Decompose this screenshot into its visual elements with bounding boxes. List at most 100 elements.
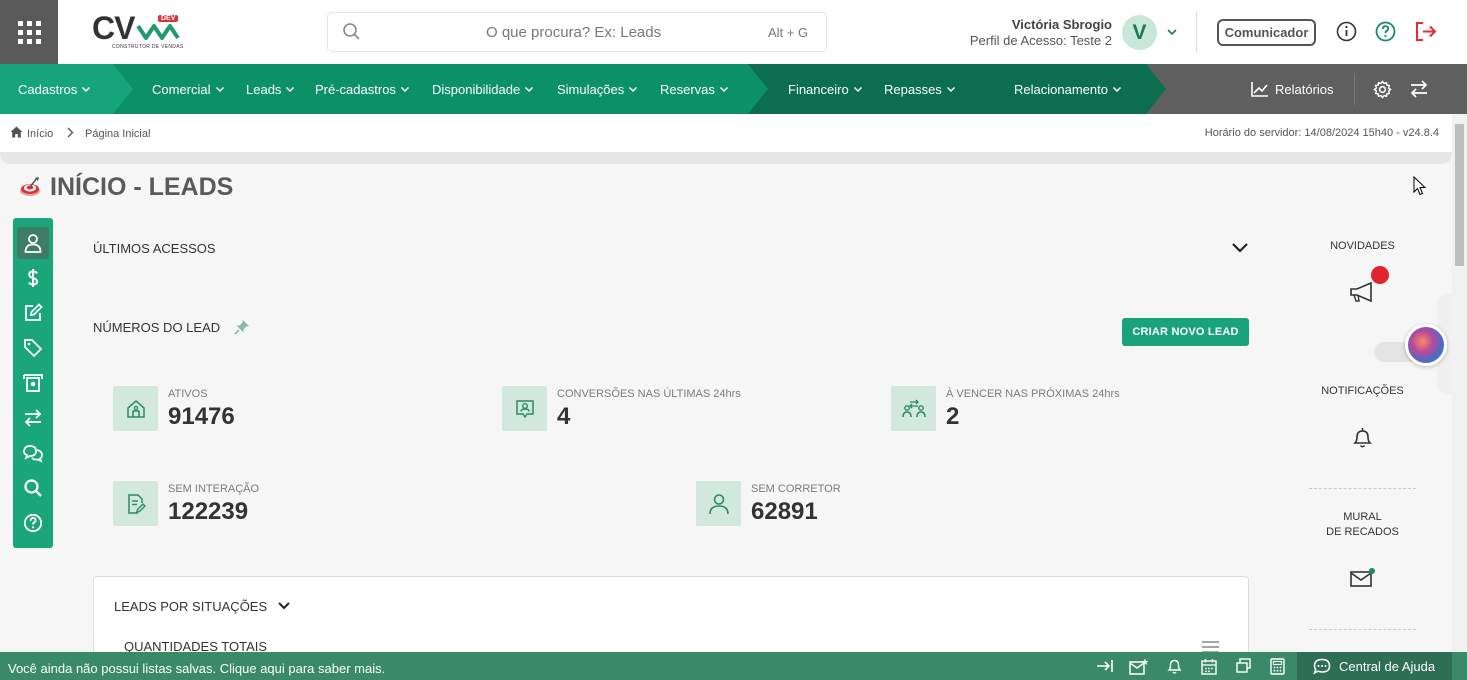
user-icon — [708, 493, 729, 514]
chart-line-icon — [1251, 82, 1268, 97]
help-icon[interactable] — [1375, 21, 1396, 42]
bell-icon[interactable] — [1352, 427, 1373, 449]
toolbar-transfer-button[interactable] — [17, 402, 49, 434]
nav-pre-cadastros[interactable]: Pré-cadastros — [315, 64, 410, 114]
help-icon — [23, 513, 43, 533]
toolbar-financial-button[interactable] — [17, 262, 49, 294]
chevron-down-icon[interactable] — [1166, 26, 1178, 38]
chevron-down-icon — [853, 86, 862, 93]
megaphone-icon[interactable] — [1349, 281, 1377, 303]
scrollbar-thumb[interactable] — [1455, 124, 1464, 266]
users-exchange-icon — [901, 399, 926, 417]
stat-vencer-label: À VENCER NAS PRÓXIMAS 24hrs — [946, 388, 1120, 400]
chevron-down-icon — [1112, 86, 1121, 93]
mail-star-icon[interactable] — [1129, 658, 1149, 675]
toolbar-user-button[interactable] — [17, 227, 49, 259]
nav-repasses-label: Repasses — [884, 81, 942, 97]
search-icon — [343, 23, 360, 40]
right-panel-divider — [1309, 629, 1416, 630]
toolbar-help-button[interactable] — [17, 507, 49, 539]
swap-icon[interactable] — [1409, 80, 1429, 98]
nav-comercial-label: Comercial — [152, 81, 211, 97]
chevron-down-icon — [629, 86, 638, 93]
novidades-notification-dot — [1371, 266, 1389, 284]
mural-label-line2: DE RECADOS — [1326, 526, 1399, 538]
house-icon — [126, 399, 145, 418]
toolbar-edit-button[interactable] — [17, 297, 49, 329]
toolbar-atm-button[interactable] — [17, 367, 49, 399]
central-de-ajuda-label: Central de Ajuda — [1339, 658, 1436, 674]
chat-bubble-icon — [1313, 658, 1331, 675]
logo[interactable]: CV DEV CONSTRUTOR DE VENDAS — [92, 12, 184, 52]
search-icon — [24, 479, 42, 497]
tag-icon — [24, 339, 43, 358]
stat-sem-interacao-label: SEM INTERAÇÃO — [168, 483, 260, 495]
avatar[interactable]: V — [1122, 15, 1157, 50]
document-edit-icon — [127, 493, 146, 514]
info-icon[interactable] — [1336, 21, 1357, 42]
novidades-label: NOVIDADES — [1330, 240, 1395, 252]
nav-comercial[interactable]: Comercial — [152, 64, 225, 114]
nav-disponibilidade[interactable]: Disponibilidade — [432, 64, 534, 114]
numeros-do-lead-title: NÚMEROS DO LEAD — [93, 320, 221, 335]
windows-icon[interactable] — [1236, 658, 1251, 673]
user-badge-icon — [515, 399, 534, 418]
grid-icon — [17, 20, 41, 44]
mouse-cursor-icon — [1413, 176, 1427, 196]
divider — [1354, 73, 1355, 105]
chevron-down-icon[interactable] — [277, 600, 291, 612]
chevron-down-icon — [215, 86, 224, 93]
stat-sem-corretor-icon-box — [696, 481, 741, 526]
breadcrumb-shadow — [0, 152, 1452, 164]
envelope-icon[interactable] — [1350, 567, 1376, 589]
top-header: CV DEV CONSTRUTOR DE VENDAS O que procur… — [0, 0, 1467, 64]
calendar-icon[interactable] — [1201, 658, 1217, 675]
logo-subtitle: CONSTRUTOR DE VENDAS — [112, 44, 184, 50]
divider — [1196, 12, 1197, 52]
pin-icon[interactable] — [234, 319, 250, 335]
toolbar-tag-button[interactable] — [17, 332, 49, 364]
nav-repasses[interactable]: Repasses — [884, 64, 956, 114]
nav-financeiro-label: Financeiro — [788, 81, 849, 97]
apps-menu-button[interactable] — [0, 0, 58, 64]
assistant-orb[interactable] — [1405, 324, 1447, 366]
nav-leads[interactable]: Leads — [246, 64, 295, 114]
search-shortcut: Alt + G — [768, 25, 809, 40]
central-de-ajuda-button[interactable]: Central de Ajuda — [1297, 652, 1452, 680]
nav-disponibilidade-label: Disponibilidade — [432, 81, 521, 97]
saved-lists-message[interactable]: Você ainda não possui listas salvas. Cli… — [8, 661, 385, 676]
chevron-down-icon[interactable] — [1231, 241, 1249, 255]
edit-icon — [25, 303, 43, 321]
bell-icon[interactable] — [1167, 658, 1182, 674]
gear-icon[interactable] — [1373, 80, 1392, 99]
nav-leads-label: Leads — [246, 81, 282, 97]
search-input[interactable]: O que procura? Ex: Leads Alt + G — [327, 12, 827, 52]
logo-wave-icon — [136, 24, 180, 40]
nav-simulacoes[interactable]: Simulações — [557, 64, 638, 114]
user-name[interactable]: Victória Sbrogio — [1012, 17, 1112, 32]
nav-reservas[interactable]: Reservas — [660, 64, 729, 114]
left-toolbar — [13, 218, 53, 548]
nav-relatorios[interactable]: Relatórios — [1251, 64, 1334, 114]
bottom-bar: Você ainda não possui listas salvas. Cli… — [0, 652, 1467, 680]
nav-cadastros[interactable]: Cadastros — [18, 64, 91, 114]
leads-por-situacoes-title[interactable]: LEADS POR SITUAÇÕES — [114, 599, 267, 614]
toolbar-chat-button[interactable] — [17, 437, 49, 469]
ultimos-acessos-title[interactable]: ÚLTIMOS ACESSOS — [93, 241, 216, 256]
chevron-down-icon — [525, 86, 534, 93]
breadcrumb-home[interactable]: Início — [27, 128, 53, 140]
server-time: Horário do servidor: 14/08/2024 15h40 - … — [1204, 127, 1439, 139]
nav-relacionamento[interactable]: Relacionamento — [1014, 64, 1122, 114]
logout-icon[interactable] — [1415, 21, 1438, 42]
stat-vencer-icon-box — [891, 386, 936, 431]
nav-financeiro[interactable]: Financeiro — [788, 64, 863, 114]
nav-reservas-label: Reservas — [660, 81, 715, 97]
right-panel-divider — [1309, 488, 1416, 489]
chevron-down-icon — [946, 86, 955, 93]
comunicador-button[interactable]: Comunicador — [1217, 19, 1316, 46]
main-navigation: Cadastros Comercial Leads Pré-cadastros … — [0, 64, 1467, 114]
calculator-icon[interactable] — [1270, 658, 1285, 675]
criar-novo-lead-button[interactable]: CRIAR NOVO LEAD — [1122, 318, 1249, 346]
arrow-to-right-icon[interactable] — [1096, 658, 1114, 674]
toolbar-search-button[interactable] — [17, 472, 49, 504]
